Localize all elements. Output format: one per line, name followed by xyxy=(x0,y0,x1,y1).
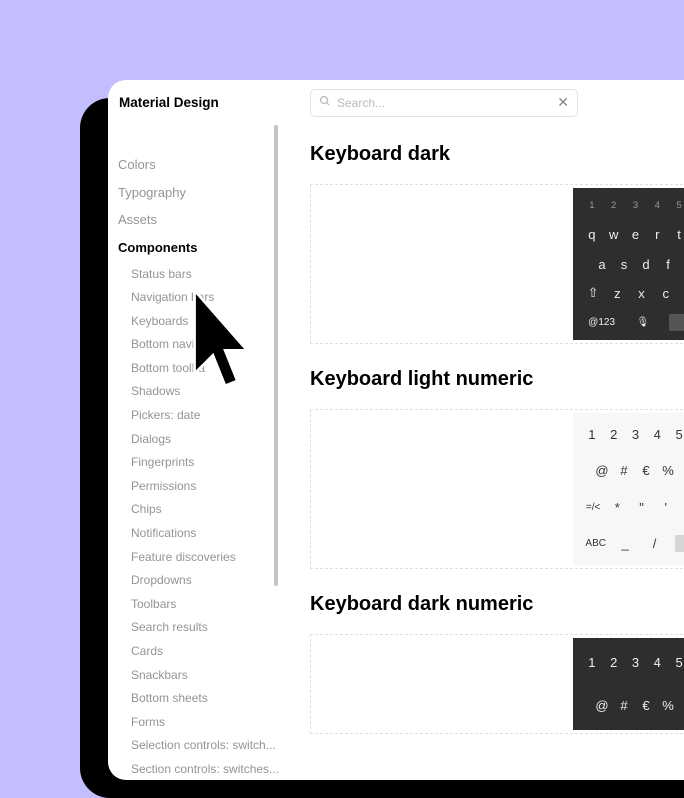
sidebar-scrollbar[interactable] xyxy=(274,125,278,586)
section-title-dark: Keyboard dark xyxy=(310,143,684,166)
sidebar-item[interactable]: Status bars xyxy=(118,261,278,285)
search-placeholder: Search... xyxy=(337,96,557,110)
sidebar-item[interactable]: Snackbars xyxy=(118,662,278,686)
search-icon xyxy=(319,95,331,110)
sidebar-item[interactable]: Toolbars xyxy=(118,591,278,615)
app-window: Material Design Search... ✕ Colors Typog… xyxy=(108,80,684,780)
kb-row-4: ABC _ / , . ☺ xyxy=(573,526,684,563)
kb-row-2: @#€%&-+() xyxy=(573,695,684,717)
kb-row-3: =/< *"':;!? ⌫ xyxy=(573,489,684,526)
app-title-area: Material Design xyxy=(108,80,278,125)
sidebar-category-assets[interactable]: Assets xyxy=(118,206,278,234)
sidebar-item[interactable]: Fingerprints xyxy=(118,450,278,474)
sidebar-item[interactable]: Bottom sheets xyxy=(118,686,278,710)
section-title-dark-numeric: Keyboard dark numeric xyxy=(310,593,684,616)
sidebar: Colors Typography Assets Components Stat… xyxy=(108,125,278,780)
sidebar-item[interactable]: Feature discoveries xyxy=(118,544,278,568)
sidebar-item[interactable]: Forms xyxy=(118,709,278,733)
kb-row-2: @#€%&-+() xyxy=(573,453,684,490)
kb-row-numbers: 1234567890 xyxy=(573,191,684,220)
section-title-light-numeric: Keyboard light numeric xyxy=(310,368,684,391)
kb-row-1: 12345678910 xyxy=(573,416,684,453)
sidebar-item[interactable]: Chips xyxy=(118,497,278,521)
sidebar-item[interactable]: Dialogs xyxy=(118,426,278,450)
sidebar-item[interactable]: Search results xyxy=(118,615,278,639)
keyboard-dark: 1234567890 qwertyuiop asdfghjkl ⇧ zxcvbn… xyxy=(573,188,684,340)
body: Colors Typography Assets Components Stat… xyxy=(108,125,684,780)
search-input[interactable]: Search... ✕ xyxy=(310,89,578,117)
mode-switch[interactable]: @123 xyxy=(581,317,622,328)
sidebar-category-components[interactable]: Components xyxy=(118,234,278,262)
cursor-icon xyxy=(188,288,250,398)
search-area: Search... ✕ xyxy=(278,80,684,125)
kb-row-1: 12345678910 xyxy=(573,652,684,674)
header: Material Design Search... ✕ xyxy=(108,80,684,125)
preview-keyboard-light-numeric[interactable]: 12345678910 @#€%&-+() =/< *"':;!? ⌫ ABC … xyxy=(310,409,684,569)
spacebar[interactable] xyxy=(675,535,684,552)
keyboard-light-numeric: 12345678910 @#€%&-+() =/< *"':;!? ⌫ ABC … xyxy=(573,413,684,565)
kb-row-1: qwertyuiop xyxy=(573,220,684,249)
mode-switch[interactable]: =/< xyxy=(581,502,605,513)
app-title: Material Design xyxy=(119,95,219,110)
sidebar-item[interactable]: Cards xyxy=(118,639,278,663)
spacebar[interactable] xyxy=(669,314,684,331)
sidebar-item[interactable]: Permissions xyxy=(118,473,278,497)
sidebar-item[interactable]: Notifications xyxy=(118,521,278,545)
sidebar-item[interactable]: Pickers: date xyxy=(118,403,278,427)
shift-icon[interactable]: ⇧ xyxy=(581,285,605,301)
sidebar-category-colors[interactable]: Colors xyxy=(118,151,278,179)
preview-keyboard-dark[interactable]: 1234567890 qwertyuiop asdfghjkl ⇧ zxcvbn… xyxy=(310,184,684,344)
kb-row-3: ⇧ zxcvbnm ⌫ xyxy=(573,279,684,308)
clear-icon[interactable]: ✕ xyxy=(557,94,569,111)
sidebar-item[interactable]: Section controls: switches... xyxy=(118,756,278,780)
kb-row-2: asdfghjkl xyxy=(573,249,684,278)
sidebar-item[interactable]: Selection controls: switch... xyxy=(118,733,278,757)
main-content: Keyboard dark 1234567890 qwertyuiop asdf… xyxy=(278,125,684,780)
keyboard-dark-numeric: 12345678910 @#€%&-+() xyxy=(573,638,684,730)
abc-switch[interactable]: ABC xyxy=(581,538,610,549)
preview-keyboard-dark-numeric[interactable]: 12345678910 @#€%&-+() xyxy=(310,634,684,734)
sidebar-category-typography[interactable]: Typography xyxy=(118,179,278,207)
kb-row-4: @123 🎙 / ⌨ xyxy=(573,308,684,337)
mic-icon[interactable]: 🎙 xyxy=(622,317,663,328)
sidebar-item[interactable]: Dropdowns xyxy=(118,568,278,592)
